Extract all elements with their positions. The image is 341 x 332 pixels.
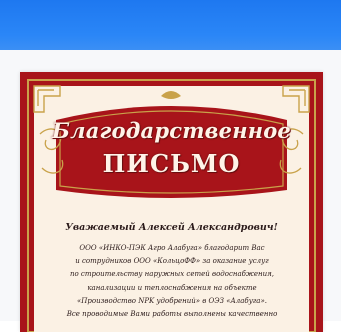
body-line: «Производство NPK удобрений» в ОЭЗ «Алаб…: [77, 296, 267, 305]
title-line-1: Благодарственное: [52, 118, 291, 143]
body-line: по строительству наружных сетей водоснаб…: [69, 270, 274, 279]
thank-you-letter: Благодарственное ПИСЬМО Уважаемый Алексе…: [20, 72, 323, 332]
body-line: ООО «ИНКО-ПЭК Агро Алабуга» благодарит В…: [79, 244, 265, 252]
body-line: и сотрудников ООО «КольцоФФ» за оказание…: [75, 257, 269, 266]
body-line: Все проводимые Вами работы выполнены кач…: [66, 310, 278, 319]
title-line-2: ПИСЬМО: [102, 149, 241, 178]
letter-body: ООО «ИНКО-ПЭК Агро Алабуга» благодарит В…: [52, 242, 292, 321]
letter-greeting: Уважаемый Алексей Александрович!: [65, 222, 278, 233]
body-line: канализации и теплоснабжения на объекте: [87, 283, 257, 292]
top-color-band: [0, 0, 341, 50]
letter-title: Благодарственное ПИСЬМО: [20, 118, 323, 178]
